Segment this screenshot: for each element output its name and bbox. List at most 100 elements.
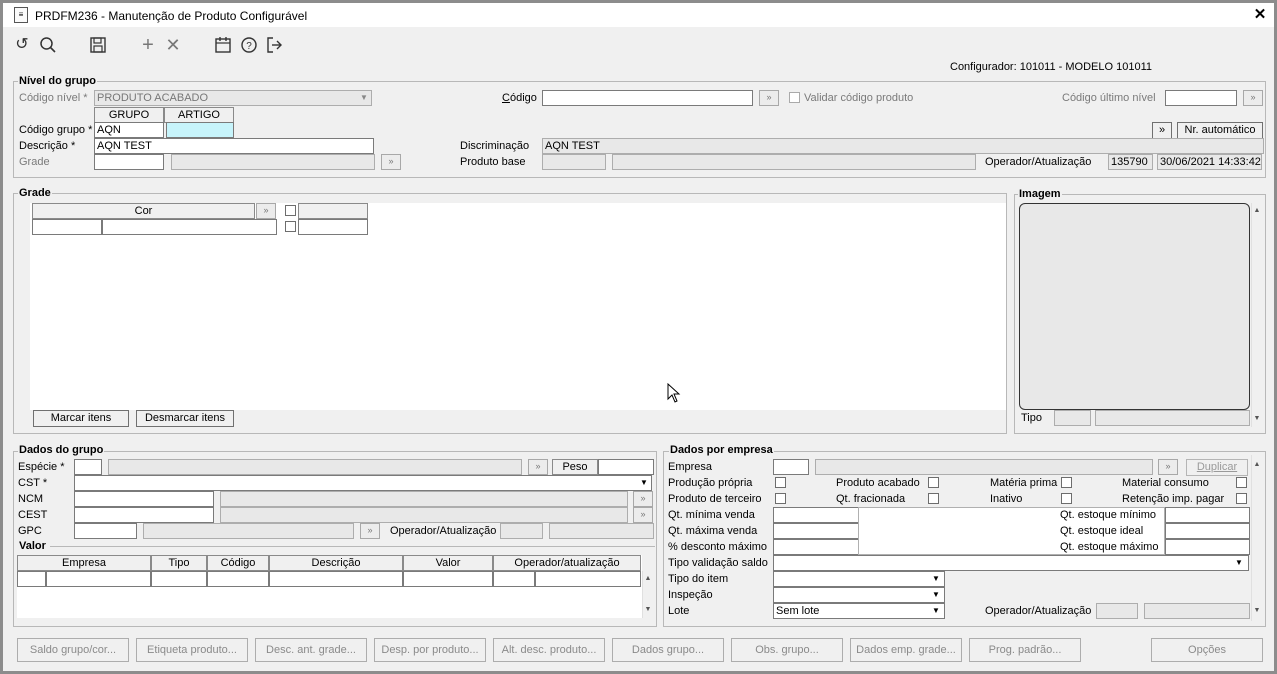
codigo-grupo-input[interactable]: AQN bbox=[94, 122, 164, 138]
especie-input[interactable] bbox=[74, 459, 102, 475]
save-icon[interactable] bbox=[88, 36, 108, 56]
descricao-input[interactable]: AQN TEST bbox=[94, 138, 374, 154]
codigo-ultimo-lookup-icon[interactable]: » bbox=[1243, 90, 1263, 106]
codigo-input[interactable] bbox=[542, 90, 753, 106]
expand-button[interactable]: » bbox=[1152, 122, 1172, 139]
qt-min-venda-input[interactable] bbox=[773, 507, 859, 523]
cst-select[interactable] bbox=[74, 475, 652, 491]
prog-padrao-button[interactable]: Prog. padrão... bbox=[969, 638, 1081, 662]
chevron-down-icon[interactable]: ▼ bbox=[929, 572, 943, 586]
valor-cell-operador[interactable] bbox=[493, 571, 535, 587]
undo-icon[interactable]: ↺ bbox=[12, 36, 32, 56]
especie-lookup-icon[interactable]: » bbox=[528, 459, 548, 475]
scroll-up-icon[interactable]: ▲ bbox=[642, 573, 654, 585]
artigo-input[interactable] bbox=[166, 122, 234, 138]
search-icon[interactable] bbox=[38, 36, 58, 56]
valor-cell-codigo[interactable] bbox=[207, 571, 269, 587]
opcoes-button[interactable]: Opções bbox=[1151, 638, 1263, 662]
desp-por-produto-button[interactable]: Desp. por produto... bbox=[374, 638, 486, 662]
validar-codigo-checkbox[interactable] bbox=[789, 92, 800, 103]
add-icon[interactable]: + bbox=[138, 35, 158, 56]
grade-row-checkbox[interactable] bbox=[285, 221, 296, 232]
material-consumo-checkbox[interactable] bbox=[1236, 477, 1247, 488]
data-atualizacao-value: 30/06/2021 14:33:42 bbox=[1157, 154, 1262, 170]
empresa-lookup-icon[interactable]: » bbox=[1158, 459, 1178, 475]
nr-automatico-button[interactable]: Nr. automático bbox=[1177, 122, 1263, 139]
chevron-down-icon[interactable]: ▼ bbox=[929, 588, 943, 602]
grupo-operador-value bbox=[500, 523, 543, 539]
saldo-grupo-cor-button[interactable]: Saldo grupo/cor... bbox=[17, 638, 129, 662]
qt-est-ideal-input[interactable] bbox=[1165, 523, 1250, 539]
scroll-down-icon[interactable]: ▼ bbox=[1251, 605, 1263, 617]
tipo-item-select[interactable] bbox=[773, 571, 945, 587]
scroll-down-icon[interactable]: ▼ bbox=[642, 604, 654, 616]
cest-input[interactable] bbox=[74, 507, 214, 523]
producao-propria-checkbox[interactable] bbox=[775, 477, 786, 488]
qt-est-min-input[interactable] bbox=[1165, 507, 1250, 523]
grade-cor-code-cell[interactable] bbox=[32, 219, 102, 235]
discriminacao-input: AQN TEST bbox=[542, 138, 1264, 154]
valor-cell-valor[interactable] bbox=[403, 571, 493, 587]
codigo-nivel-select[interactable]: PRODUTO ACABADO bbox=[94, 90, 372, 106]
scroll-up-icon[interactable]: ▲ bbox=[1251, 459, 1263, 471]
cest-lookup-icon[interactable]: » bbox=[633, 507, 653, 523]
produto-acabado-checkbox[interactable] bbox=[928, 477, 939, 488]
retencao-checkbox[interactable] bbox=[1236, 493, 1247, 504]
marcar-itens-button[interactable]: Marcar itens bbox=[33, 410, 129, 427]
chevron-down-icon[interactable]: ▼ bbox=[637, 476, 651, 490]
grade-lookup-icon[interactable]: » bbox=[381, 154, 401, 170]
grade-header-checkbox[interactable] bbox=[285, 205, 296, 216]
alt-desc-produto-button[interactable]: Alt. desc. produto... bbox=[493, 638, 605, 662]
grade-extra-cell[interactable] bbox=[298, 219, 368, 235]
qt-est-max-input[interactable] bbox=[1165, 539, 1250, 555]
grade-cor-desc-cell[interactable] bbox=[102, 219, 277, 235]
desc-max-input[interactable] bbox=[773, 539, 859, 555]
valor-cell-empresa-code[interactable] bbox=[17, 571, 46, 587]
scroll-up-icon[interactable]: ▲ bbox=[1251, 205, 1263, 217]
valor-cell-empresa-desc[interactable] bbox=[46, 571, 151, 587]
dados-grupo-button[interactable]: Dados grupo... bbox=[612, 638, 724, 662]
codigo-ultimo-nivel-label: Código último nível bbox=[1062, 92, 1156, 104]
obs-grupo-button[interactable]: Obs. grupo... bbox=[731, 638, 843, 662]
gpc-input[interactable] bbox=[74, 523, 137, 539]
dados-emp-grade-button[interactable]: Dados emp. grade... bbox=[850, 638, 962, 662]
discriminacao-label: Discriminação bbox=[460, 140, 530, 152]
ncm-lookup-icon[interactable]: » bbox=[633, 491, 653, 507]
empresa-scrollbar[interactable] bbox=[1251, 455, 1263, 621]
imagem-preview bbox=[1019, 203, 1250, 410]
duplicar-button[interactable]: Duplicar bbox=[1186, 459, 1248, 476]
desmarcar-itens-button[interactable]: Desmarcar itens bbox=[136, 410, 234, 427]
lote-select[interactable]: Sem lote bbox=[773, 603, 945, 619]
exit-icon[interactable] bbox=[264, 36, 284, 56]
codigo-lookup-icon[interactable]: » bbox=[759, 90, 779, 106]
desc-ant-grade-button[interactable]: Desc. ant. grade... bbox=[255, 638, 367, 662]
calendar-icon[interactable] bbox=[213, 36, 233, 56]
qt-fracionada-checkbox[interactable] bbox=[928, 493, 939, 504]
gpc-lookup-icon[interactable]: » bbox=[360, 523, 380, 539]
inspecao-select[interactable] bbox=[773, 587, 945, 603]
qt-max-venda-input[interactable] bbox=[773, 523, 859, 539]
valor-cell-data[interactable] bbox=[535, 571, 641, 587]
produto-base-label: Produto base bbox=[460, 156, 526, 168]
scroll-down-icon[interactable]: ▼ bbox=[1251, 413, 1263, 425]
chevron-down-icon[interactable]: ▼ bbox=[1232, 556, 1246, 570]
inativo-checkbox[interactable] bbox=[1061, 493, 1072, 504]
valor-cell-tipo[interactable] bbox=[151, 571, 207, 587]
chevron-down-icon[interactable]: ▼ bbox=[357, 91, 371, 105]
grade-code-input[interactable] bbox=[94, 154, 164, 170]
imagem-scrollbar[interactable] bbox=[1251, 203, 1263, 427]
ncm-input[interactable] bbox=[74, 491, 214, 507]
cor-lookup-icon[interactable]: » bbox=[256, 203, 276, 219]
valor-cell-descricao[interactable] bbox=[269, 571, 403, 587]
produto-terceiro-checkbox[interactable] bbox=[775, 493, 786, 504]
etiqueta-produto-button[interactable]: Etiqueta produto... bbox=[136, 638, 248, 662]
delete-icon[interactable]: ✕ bbox=[163, 36, 183, 56]
materia-prima-checkbox[interactable] bbox=[1061, 477, 1072, 488]
chevron-down-icon[interactable]: ▼ bbox=[929, 604, 943, 618]
help-icon[interactable]: ? bbox=[239, 36, 259, 56]
codigo-ultimo-nivel-input[interactable] bbox=[1165, 90, 1237, 106]
close-icon[interactable]: ✕ bbox=[1252, 7, 1268, 23]
empresa-input[interactable] bbox=[773, 459, 809, 475]
tipo-validacao-select[interactable] bbox=[773, 555, 1249, 571]
peso-input[interactable] bbox=[598, 459, 654, 475]
